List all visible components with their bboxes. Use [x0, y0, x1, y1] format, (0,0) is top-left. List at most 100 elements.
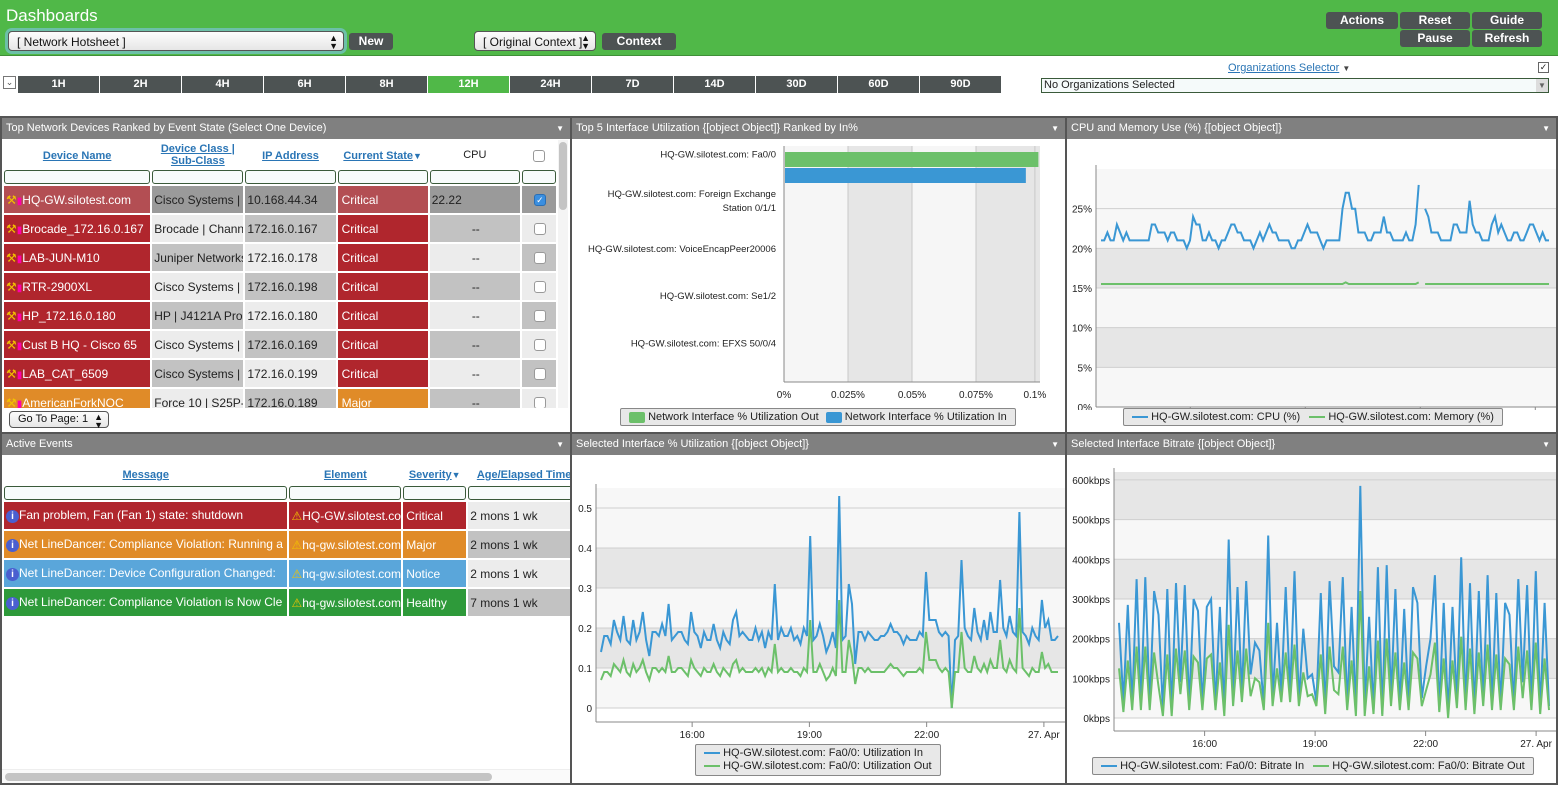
time-range-14d[interactable]: 14D: [674, 76, 756, 93]
message-cell[interactable]: i Net LineDancer: Device Configuration Ch…: [4, 560, 288, 587]
col-ip-address[interactable]: IP Address: [245, 142, 335, 168]
element-cell[interactable]: ⚠hq-gw.silotest.com: [289, 589, 402, 616]
filter-device-name[interactable]: [4, 170, 151, 184]
time-range-30d[interactable]: 30D: [756, 76, 838, 93]
legend-label[interactable]: HQ-GW.silotest.com: Fa0/0: Bitrate Out: [1332, 760, 1525, 772]
table-row[interactable]: ⚒▮RTR-2900XL Cisco Systems | C 172.16.0.…: [4, 273, 556, 300]
panel-menu-icon[interactable]: ▼: [1051, 118, 1059, 139]
message-cell[interactable]: i Net LineDancer: Compliance Violation: R…: [4, 531, 288, 558]
legend-label[interactable]: HQ-GW.silotest.com: Memory (%): [1328, 411, 1494, 423]
select-cell[interactable]: [521, 302, 556, 329]
select-cell[interactable]: ✓: [521, 186, 556, 213]
info-icon[interactable]: i: [6, 539, 19, 552]
message-cell[interactable]: i Net LineDancer: Compliance Violation is…: [4, 589, 288, 616]
filter-severity[interactable]: [403, 486, 467, 500]
panel-menu-icon[interactable]: ▼: [1542, 434, 1550, 455]
device-name-cell[interactable]: ⚒▮LAB-JUN-M10: [4, 244, 151, 271]
dashboard-select[interactable]: [ Network Hotsheet ] ▲ ▼: [8, 31, 344, 51]
scrollbar-thumb[interactable]: [559, 142, 567, 210]
table-row[interactable]: i Fan problem, Fan (Fan 1) state: shutdow…: [4, 502, 570, 529]
table-row[interactable]: ⚒▮LAB-JUN-M10 Juniper Networks 172.16.0.…: [4, 244, 556, 271]
table-row[interactable]: i Net LineDancer: Compliance Violation is…: [4, 589, 570, 616]
device-name-cell[interactable]: ⚒▮HP_172.16.0.180: [4, 302, 151, 329]
row-checkbox[interactable]: [533, 252, 546, 265]
pause-button[interactable]: Pause: [1400, 30, 1470, 47]
legend-label[interactable]: HQ-GW.silotest.com: Fa0/0: Bitrate In: [1120, 760, 1304, 772]
col-label[interactable]: Element: [324, 469, 367, 481]
info-icon[interactable]: i: [6, 510, 19, 523]
filter-device-class[interactable]: [152, 170, 244, 184]
filter-cpu[interactable]: [429, 170, 520, 184]
context-select[interactable]: [ Original Context ] ▲ ▼: [474, 31, 596, 51]
select-cell[interactable]: [521, 273, 556, 300]
col-label[interactable]: Message: [122, 469, 168, 481]
legend-label[interactable]: HQ-GW.silotest.com: Fa0/0: Utilization O…: [723, 760, 931, 772]
col-label[interactable]: Device Name: [43, 150, 112, 162]
info-icon[interactable]: i: [6, 597, 19, 610]
col-select-all[interactable]: [522, 142, 556, 168]
table-row[interactable]: ⚒▮LAB_CAT_6509 Cisco Systems | C 172.16.…: [4, 360, 556, 387]
row-checkbox[interactable]: [533, 223, 546, 236]
device-name-cell[interactable]: ⚒▮Brocade_172.16.0.167: [4, 215, 151, 242]
panel-menu-icon[interactable]: ▼: [556, 434, 564, 455]
col-element[interactable]: Element: [289, 464, 401, 484]
actions-button[interactable]: Actions: [1326, 12, 1398, 29]
wrench-icon[interactable]: ⚒: [6, 222, 17, 236]
row-checkbox[interactable]: [533, 310, 546, 323]
device-name-cell[interactable]: ⚒▮Cust B HQ - Cisco 65: [4, 331, 151, 358]
row-checkbox[interactable]: [533, 281, 546, 294]
select-cell[interactable]: [521, 331, 556, 358]
filter-select[interactable]: [521, 170, 556, 184]
table-row[interactable]: ⚒▮HP_172.16.0.180 HP | J4121A Pro 172.16…: [4, 302, 556, 329]
new-button[interactable]: New: [349, 33, 393, 50]
element-cell[interactable]: ⚠hq-gw.silotest.com: [289, 560, 402, 587]
col-label[interactable]: Current State: [343, 150, 413, 162]
collapse-chevron-icon[interactable]: ⌄: [3, 76, 16, 89]
filter-message[interactable]: [4, 486, 288, 500]
col-device-name[interactable]: Device Name: [4, 142, 150, 168]
col-label[interactable]: Device Class | Sub-Class: [161, 143, 235, 167]
panel-menu-icon[interactable]: ▼: [1542, 118, 1550, 139]
wrench-icon[interactable]: ⚒: [6, 338, 17, 352]
col-current-state[interactable]: Current State▼: [338, 142, 428, 168]
col-label[interactable]: IP Address: [262, 150, 319, 162]
select-cell[interactable]: [521, 215, 556, 242]
bar-out[interactable]: [785, 152, 1039, 167]
message-cell[interactable]: i Fan problem, Fan (Fan 1) state: shutdow…: [4, 502, 288, 529]
wrench-icon[interactable]: ⚒: [6, 193, 17, 207]
time-range-4h[interactable]: 4H: [182, 76, 264, 93]
col-device-class[interactable]: Device Class | Sub-Class: [152, 142, 243, 168]
scrollbar-thumb[interactable]: [5, 773, 492, 781]
select-all-checkbox[interactable]: [532, 149, 545, 162]
device-name-cell[interactable]: ⚒▮HQ-GW.silotest.com: [4, 186, 151, 213]
time-range-12h[interactable]: 12H: [428, 76, 510, 93]
legend-label[interactable]: HQ-GW.silotest.com: Fa0/0: Utilization I…: [723, 747, 923, 759]
device-name-cell[interactable]: ⚒▮LAB_CAT_6509: [4, 360, 151, 387]
go-to-page-select[interactable]: Go To Page: 1 ▲ ▼: [9, 411, 109, 430]
legend-label[interactable]: Network Interface % Utilization In: [845, 411, 1007, 423]
row-checkbox[interactable]: ✓: [533, 194, 546, 207]
panel-menu-icon[interactable]: ▼: [1051, 434, 1059, 455]
legend-label[interactable]: HQ-GW.silotest.com: CPU (%): [1151, 411, 1300, 423]
time-range-60d[interactable]: 60D: [838, 76, 920, 93]
table-row[interactable]: ⚒▮Cust B HQ - Cisco 65 Cisco Systems | C…: [4, 331, 556, 358]
wrench-icon[interactable]: ⚒: [6, 309, 17, 323]
select-cell[interactable]: [521, 360, 556, 387]
select-cell[interactable]: [521, 244, 556, 271]
filter-age[interactable]: [468, 486, 570, 500]
organizations-selector-link[interactable]: Organizations Selector ▼: [1228, 62, 1350, 74]
wrench-icon[interactable]: ⚒: [6, 280, 17, 294]
time-range-90d[interactable]: 90D: [920, 76, 1002, 93]
time-range-1h[interactable]: 1H: [18, 76, 100, 93]
reset-button[interactable]: Reset: [1400, 12, 1470, 29]
bar-in[interactable]: [785, 168, 1026, 183]
legend-label[interactable]: Network Interface % Utilization Out: [648, 411, 819, 423]
horizontal-scrollbar[interactable]: [2, 769, 570, 783]
context-button[interactable]: Context: [602, 33, 676, 50]
wrench-icon[interactable]: ⚒: [6, 251, 17, 265]
table-row[interactable]: ⚒▮HQ-GW.silotest.com Cisco Systems | 2 1…: [4, 186, 556, 213]
time-range-2h[interactable]: 2H: [100, 76, 182, 93]
time-range-7d[interactable]: 7D: [592, 76, 674, 93]
element-cell[interactable]: ⚠HQ-GW.silotest.com: [289, 502, 402, 529]
edit-checkbox-icon[interactable]: ✓: [1538, 62, 1549, 73]
